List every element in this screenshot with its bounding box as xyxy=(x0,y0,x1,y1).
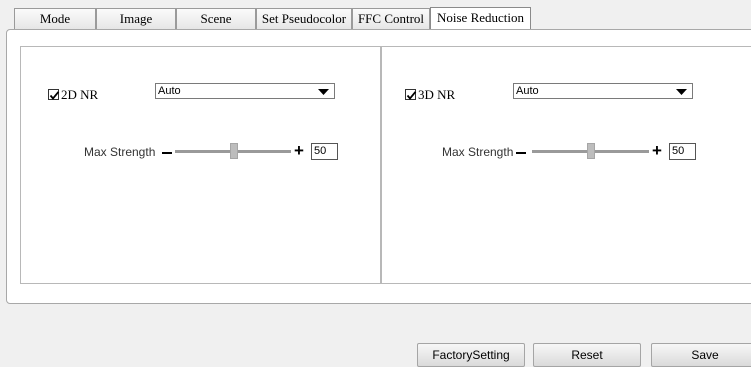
tab-image[interactable]: Image xyxy=(96,8,176,29)
panel-2d-nr: 2D NR Auto Max Strength + 50 xyxy=(20,46,381,284)
tab-ffc-control[interactable]: FFC Control xyxy=(352,8,430,29)
select-2d-nr-value: Auto xyxy=(158,85,181,97)
checkbox-3d-nr-label: 3D NR xyxy=(418,87,456,102)
plus-icon[interactable]: + xyxy=(652,142,662,159)
tab-set-pseudocolor[interactable]: Set Pseudocolor xyxy=(256,8,352,29)
select-2d-nr-mode[interactable]: Auto xyxy=(155,83,335,99)
checkmark-icon xyxy=(49,91,60,100)
strength-input-2d[interactable]: 50 xyxy=(311,143,338,160)
checkbox-3d-nr[interactable] xyxy=(405,89,417,100)
tab-noise-reduction[interactable]: Noise Reduction xyxy=(430,7,531,30)
dropdown-arrow-icon xyxy=(676,89,687,95)
panel-3d-nr: 3D NR Auto Max Strength + 50 xyxy=(381,46,751,284)
minus-icon[interactable] xyxy=(162,152,172,154)
checkmark-icon xyxy=(406,91,417,100)
checkbox-2d-nr[interactable] xyxy=(48,89,60,100)
strength-input-3d[interactable]: 50 xyxy=(669,143,696,160)
tab-mode[interactable]: Mode xyxy=(14,8,96,29)
slider-thumb-2d[interactable] xyxy=(230,143,238,159)
reset-button[interactable]: Reset xyxy=(533,343,641,367)
plus-icon[interactable]: + xyxy=(294,142,304,159)
tab-scene[interactable]: Scene xyxy=(176,8,256,29)
save-button[interactable]: Save xyxy=(651,343,751,367)
max-strength-label-2d: Max Strength xyxy=(84,145,156,159)
checkbox-2d-nr-label: 2D NR xyxy=(61,87,99,102)
factory-setting-button[interactable]: FactorySetting xyxy=(417,343,525,367)
select-3d-nr-value: Auto xyxy=(516,85,539,97)
select-3d-nr-mode[interactable]: Auto xyxy=(513,83,693,99)
dropdown-arrow-icon xyxy=(318,89,329,95)
slider-thumb-3d[interactable] xyxy=(587,143,595,159)
max-strength-label-3d: Max Strength xyxy=(442,145,514,159)
minus-icon[interactable] xyxy=(516,152,526,154)
